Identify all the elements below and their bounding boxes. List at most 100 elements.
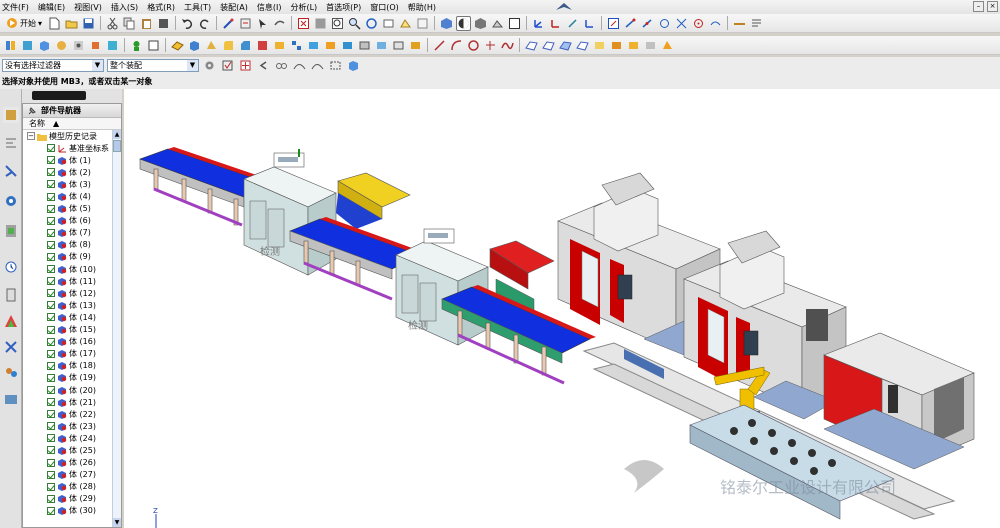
circle-icon[interactable] [466, 38, 481, 53]
history-icon[interactable] [3, 259, 19, 275]
datum-axis-icon[interactable] [146, 38, 161, 53]
ruled-icon[interactable] [575, 38, 590, 53]
mirror-icon[interactable] [306, 38, 321, 53]
visibility-checkbox[interactable] [47, 458, 55, 467]
chevron-down-icon[interactable]: ▼ [187, 60, 198, 71]
minimize-icon[interactable]: – [973, 1, 984, 12]
visibility-checkbox[interactable] [47, 337, 55, 346]
through-curves-icon[interactable] [541, 38, 556, 53]
visibility-checkbox[interactable] [47, 349, 55, 358]
tree-node-body[interactable]: 体 (29) [23, 493, 121, 505]
pan-icon[interactable] [381, 16, 396, 31]
line-icon[interactable] [432, 38, 447, 53]
copy-icon[interactable] [122, 16, 137, 31]
menu-window[interactable]: 窗口(O) [370, 2, 399, 13]
redo-icon[interactable] [197, 16, 212, 31]
scroll-up-icon[interactable]: ▲ [113, 130, 121, 139]
collapse-icon[interactable]: − [27, 132, 35, 141]
navigator-column-header[interactable]: 名称 ▲ [23, 118, 121, 130]
visibility-checkbox[interactable] [47, 204, 55, 213]
offset-surface-icon[interactable] [643, 38, 658, 53]
navigator-tab-handle[interactable] [32, 91, 86, 100]
arrow-left-icon[interactable] [256, 58, 271, 73]
navigator-scrollbar[interactable]: ▲ ▼ [112, 130, 121, 527]
pattern-icon[interactable] [289, 38, 304, 53]
paste-icon[interactable] [139, 16, 154, 31]
hd3d-tools-icon[interactable] [3, 223, 19, 239]
new-file-icon[interactable] [47, 16, 62, 31]
tree-node-body[interactable]: 体 (27) [23, 469, 121, 481]
undo-icon[interactable] [180, 16, 195, 31]
select-icon[interactable] [255, 16, 270, 31]
cut-icon[interactable] [105, 16, 120, 31]
visibility-checkbox[interactable] [47, 386, 55, 395]
extension-icon[interactable] [660, 38, 675, 53]
menu-assemblies[interactable]: 装配(A) [220, 2, 248, 13]
tree-node-body[interactable]: 体 (23) [23, 420, 121, 432]
command-finder-icon[interactable] [272, 16, 287, 31]
hole-icon[interactable] [71, 38, 86, 53]
visibility-checkbox[interactable] [47, 482, 55, 491]
process-studio-icon[interactable] [3, 313, 19, 329]
unite-icon[interactable] [170, 38, 185, 53]
select-point-icon[interactable] [606, 16, 621, 31]
visibility-checkbox[interactable] [47, 422, 55, 431]
tree-node-body[interactable]: 体 (15) [23, 324, 121, 336]
tree-node-body[interactable]: 体 (12) [23, 287, 121, 299]
chamfer-icon[interactable] [238, 38, 253, 53]
visibility-checkbox[interactable] [47, 144, 55, 153]
visibility-checkbox[interactable] [47, 228, 55, 237]
snap-control-icon[interactable] [657, 16, 672, 31]
system-materials-icon[interactable] [3, 287, 19, 303]
rectangle-select-icon[interactable] [328, 58, 343, 73]
menu-tools[interactable]: 工具(T) [184, 2, 211, 13]
manufacturing-wizard-icon[interactable] [3, 339, 19, 355]
visibility-checkbox[interactable] [47, 301, 55, 310]
visibility-checkbox[interactable] [47, 325, 55, 334]
tree-node-body[interactable]: 体 (17) [23, 348, 121, 360]
visibility-checkbox[interactable] [47, 216, 55, 225]
snap-mid-icon[interactable] [640, 16, 655, 31]
tree-node-body[interactable]: 体 (30) [23, 505, 121, 517]
assembly-navigator-icon[interactable] [3, 107, 19, 123]
tree-node-body[interactable]: 体 (24) [23, 432, 121, 444]
revolve-icon[interactable] [54, 38, 69, 53]
spline-icon[interactable] [500, 38, 515, 53]
bounded-plane-icon[interactable] [609, 38, 624, 53]
roles-icon[interactable] [3, 365, 19, 381]
snap-quadrant-icon[interactable] [708, 16, 723, 31]
tree-node-body[interactable]: 体 (6) [23, 215, 121, 227]
tree-node-datum[interactable]: 基准坐标系 [23, 142, 121, 154]
tree-node-body[interactable]: 体 (4) [23, 190, 121, 202]
extrude-icon[interactable] [37, 38, 52, 53]
reuse-library-icon[interactable] [3, 193, 19, 209]
edit-section-icon[interactable] [507, 16, 522, 31]
sew-icon[interactable] [408, 38, 423, 53]
tree-node-body[interactable]: 体 (8) [23, 239, 121, 251]
tree-node-body[interactable]: 体 (11) [23, 275, 121, 287]
constraint-navigator-icon[interactable] [3, 135, 19, 151]
part-navigator-icon[interactable] [3, 163, 19, 179]
curve-chain-icon[interactable] [310, 58, 325, 73]
add-component-icon[interactable] [20, 38, 35, 53]
menu-analysis[interactable]: 分析(L) [290, 2, 317, 13]
sort-ascending-icon[interactable]: ▲ [53, 119, 59, 128]
selection-scope-select[interactable]: 整个装配 ▼ [107, 59, 199, 72]
tree-node-body[interactable]: 体 (20) [23, 384, 121, 396]
layer-icon[interactable] [238, 16, 253, 31]
start-button[interactable]: 开始 ▾ [3, 16, 45, 31]
menu-information[interactable]: 信息(I) [257, 2, 282, 13]
visibility-checkbox[interactable] [47, 434, 55, 443]
boss-icon[interactable] [88, 38, 103, 53]
select-all-icon[interactable] [220, 58, 235, 73]
tree-node-body[interactable]: 体 (18) [23, 360, 121, 372]
visibility-checkbox[interactable] [47, 361, 55, 370]
scroll-down-icon[interactable]: ▼ [113, 518, 121, 527]
shell-icon[interactable] [255, 38, 270, 53]
annotation-icon[interactable] [749, 16, 764, 31]
tree-node-body[interactable]: 体 (13) [23, 299, 121, 311]
visibility-checkbox[interactable] [47, 470, 55, 479]
tree-node-body[interactable]: 体 (5) [23, 203, 121, 215]
background-icon[interactable] [490, 16, 505, 31]
trim-body-icon[interactable] [323, 38, 338, 53]
